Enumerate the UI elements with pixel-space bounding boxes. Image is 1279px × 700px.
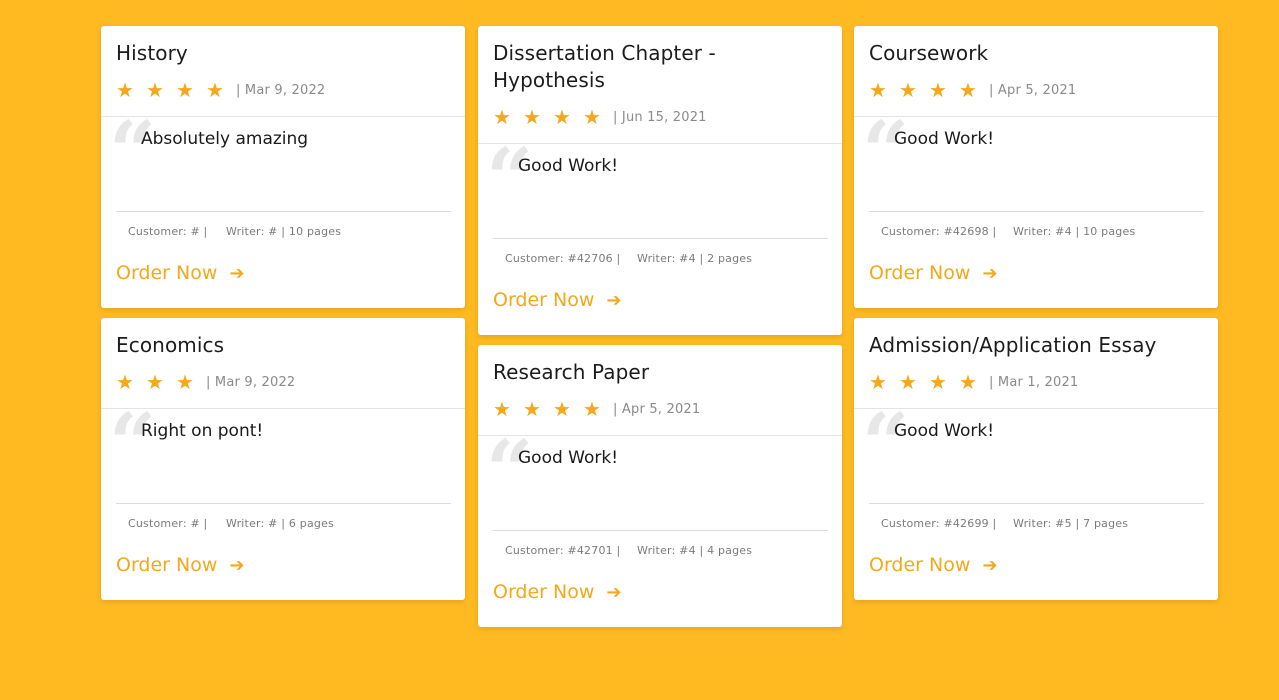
rating-row: ★ ★ ★ ★ | Jun 15, 2021 <box>493 99 827 135</box>
review-date: | Apr 5, 2021 <box>613 401 701 417</box>
writer-info: Writer: # | 6 pages <box>226 517 334 530</box>
card-body: “ Right on pont! Customer: # | Writer: #… <box>101 403 465 544</box>
review-date: | Apr 5, 2021 <box>989 82 1077 98</box>
star-icon: ★ <box>959 370 977 394</box>
star-icon: ★ <box>553 397 571 421</box>
star-icon: ★ <box>929 78 947 102</box>
order-now-label[interactable]: Order Now <box>869 262 970 284</box>
star-icon: ★ <box>206 78 224 102</box>
customer-id: Customer: #42701 | <box>505 544 621 557</box>
customer-id: Customer: # | <box>128 225 208 238</box>
rating-row: ★ ★ ★ ★ | Mar 9, 2022 <box>116 72 450 108</box>
rating-row: ★ ★ ★ ★ | Apr 5, 2021 <box>869 72 1203 108</box>
review-card: Admission/Application Essay ★ ★ ★ ★ | Ma… <box>854 318 1218 600</box>
star-icon: ★ <box>493 105 511 129</box>
order-now-link[interactable]: Order Now ➔ <box>478 571 842 627</box>
arrow-right-icon[interactable]: ➔ <box>229 263 244 284</box>
star-icon: ★ <box>553 105 571 129</box>
card-body: “ Good Work! Customer: #42699 | Writer: … <box>854 403 1218 544</box>
writer-info: Writer: #4 | 4 pages <box>637 544 753 557</box>
star-icon: ★ <box>176 370 194 394</box>
review-meta: Customer: #42706 | Writer: #4 | 2 pages <box>493 239 828 279</box>
review-meta: Customer: #42698 | Writer: #4 | 10 pages <box>869 212 1204 252</box>
order-now-label[interactable]: Order Now <box>493 581 594 603</box>
star-icon: ★ <box>583 105 601 129</box>
star-icon: ★ <box>146 78 164 102</box>
customer-id: Customer: #42706 | <box>505 252 621 265</box>
star-icon: ★ <box>899 78 917 102</box>
card-body: “ Good Work! Customer: #42698 | Writer: … <box>854 111 1218 252</box>
review-date: | Mar 9, 2022 <box>236 82 326 98</box>
rating-row: ★ ★ ★ ★ | Mar 1, 2021 <box>869 364 1203 400</box>
star-icon: ★ <box>869 370 887 394</box>
order-now-link[interactable]: Order Now ➔ <box>478 279 842 335</box>
arrow-right-icon[interactable]: ➔ <box>982 263 997 284</box>
order-now-link[interactable]: Order Now ➔ <box>101 252 465 308</box>
review-column-1: History ★ ★ ★ ★ | Mar 9, 2022 “ Absolute… <box>101 26 465 610</box>
order-now-label[interactable]: Order Now <box>869 554 970 576</box>
card-body: “ Good Work! Customer: #42706 | Writer: … <box>478 138 842 279</box>
arrow-right-icon[interactable]: ➔ <box>606 582 621 603</box>
card-title: Coursework <box>869 41 989 65</box>
review-card: Research Paper ★ ★ ★ ★ | Apr 5, 2021 “ G… <box>478 345 842 627</box>
star-icon: ★ <box>869 78 887 102</box>
rating-row: ★ ★ ★ | Mar 9, 2022 <box>116 364 450 400</box>
star-icon: ★ <box>176 78 194 102</box>
order-now-link[interactable]: Order Now ➔ <box>854 544 1218 600</box>
card-header: Dissertation Chapter - Hypothesis ★ ★ ★ … <box>478 26 842 144</box>
customer-id: Customer: #42698 | <box>881 225 997 238</box>
order-now-label[interactable]: Order Now <box>116 262 217 284</box>
star-icon: ★ <box>146 370 164 394</box>
review-column-3: Coursework ★ ★ ★ ★ | Apr 5, 2021 “ Good … <box>854 26 1218 610</box>
card-body: “ Good Work! Customer: #42701 | Writer: … <box>478 430 842 571</box>
review-date: | Mar 1, 2021 <box>989 374 1079 390</box>
card-title: Research Paper <box>493 360 650 384</box>
review-meta: Customer: # | Writer: # | 6 pages <box>116 504 451 544</box>
star-icon: ★ <box>116 78 134 102</box>
star-icon: ★ <box>583 397 601 421</box>
order-now-label[interactable]: Order Now <box>493 289 594 311</box>
card-title: Admission/Application Essay <box>869 333 1157 357</box>
writer-info: Writer: # | 10 pages <box>226 225 342 238</box>
star-icon: ★ <box>116 370 134 394</box>
review-card: Dissertation Chapter - Hypothesis ★ ★ ★ … <box>478 26 842 335</box>
star-icon: ★ <box>959 78 977 102</box>
review-card: Economics ★ ★ ★ | Mar 9, 2022 “ Right on… <box>101 318 465 600</box>
writer-info: Writer: #5 | 7 pages <box>1013 517 1129 530</box>
star-icon: ★ <box>899 370 917 394</box>
review-date: | Mar 9, 2022 <box>206 374 296 390</box>
card-title: Dissertation Chapter - Hypothesis <box>493 41 716 92</box>
review-card: Coursework ★ ★ ★ ★ | Apr 5, 2021 “ Good … <box>854 26 1218 308</box>
review-text: Absolutely amazing <box>116 117 451 212</box>
review-text: Good Work! <box>493 144 828 239</box>
card-body: “ Absolutely amazing Customer: # | Write… <box>101 111 465 252</box>
arrow-right-icon[interactable]: ➔ <box>229 555 244 576</box>
review-meta: Customer: #42699 | Writer: #5 | 7 pages <box>869 504 1204 544</box>
star-icon: ★ <box>523 397 541 421</box>
star-icon: ★ <box>493 397 511 421</box>
arrow-right-icon[interactable]: ➔ <box>606 290 621 311</box>
star-icon: ★ <box>929 370 947 394</box>
customer-id: Customer: # | <box>128 517 208 530</box>
review-date: | Jun 15, 2021 <box>613 109 707 125</box>
order-now-link[interactable]: Order Now ➔ <box>101 544 465 600</box>
writer-info: Writer: #4 | 10 pages <box>1013 225 1136 238</box>
card-title: Economics <box>116 333 225 357</box>
order-now-label[interactable]: Order Now <box>116 554 217 576</box>
customer-id: Customer: #42699 | <box>881 517 997 530</box>
star-icon: ★ <box>523 105 541 129</box>
review-card: History ★ ★ ★ ★ | Mar 9, 2022 “ Absolute… <box>101 26 465 308</box>
writer-info: Writer: #4 | 2 pages <box>637 252 753 265</box>
card-title: History <box>116 41 188 65</box>
review-text: Right on pont! <box>116 409 451 504</box>
review-meta: Customer: #42701 | Writer: #4 | 4 pages <box>493 531 828 571</box>
review-column-2: Dissertation Chapter - Hypothesis ★ ★ ★ … <box>478 26 842 637</box>
review-text: Good Work! <box>493 436 828 531</box>
review-text: Good Work! <box>869 409 1204 504</box>
review-meta: Customer: # | Writer: # | 10 pages <box>116 212 451 252</box>
rating-row: ★ ★ ★ ★ | Apr 5, 2021 <box>493 391 827 427</box>
arrow-right-icon[interactable]: ➔ <box>982 555 997 576</box>
review-text: Good Work! <box>869 117 1204 212</box>
order-now-link[interactable]: Order Now ➔ <box>854 252 1218 308</box>
